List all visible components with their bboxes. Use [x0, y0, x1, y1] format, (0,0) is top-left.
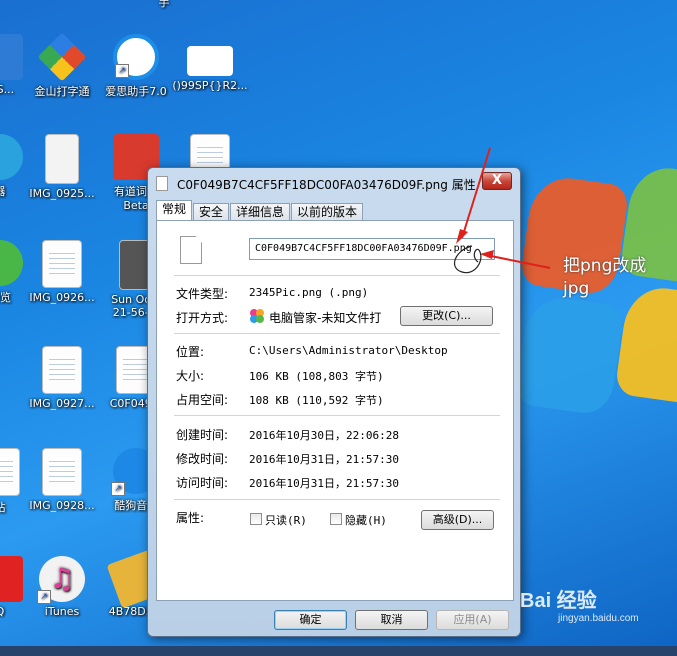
annotation-overlay	[453, 147, 551, 274]
annotation-arrow-down	[461, 147, 491, 239]
annotation-scribble	[453, 245, 482, 274]
annotation-arrowhead	[480, 250, 494, 259]
baidu-watermark: Bai 经验 jingyan.baidu.com	[520, 584, 639, 624]
annotation-line-2: jpg	[563, 279, 590, 299]
annotation-text: 把png改成 jpg	[563, 255, 646, 301]
annotation-arrow-left	[485, 254, 551, 269]
annotation-line-1: 把png改成	[563, 256, 647, 276]
taskbar[interactable]	[0, 646, 677, 656]
watermark-sub: jingyan.baidu.com	[558, 613, 639, 624]
annotation-arrowhead	[456, 229, 468, 244]
tab-general[interactable]: 常规	[156, 200, 193, 220]
watermark-main: Bai 经验	[520, 590, 597, 612]
